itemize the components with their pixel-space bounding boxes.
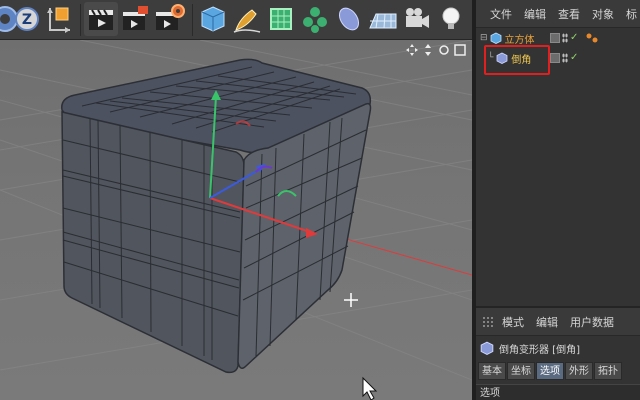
- move-view-icon[interactable]: [406, 44, 418, 56]
- viewport-scene: [0, 40, 472, 400]
- menu-edit[interactable]: 编辑: [524, 6, 546, 22]
- rotate-view-icon[interactable]: [438, 44, 450, 56]
- annotation-highlight-box: [484, 45, 550, 75]
- tree-expand-icon[interactable]: ⊟: [480, 33, 488, 43]
- layer-icon[interactable]: [550, 53, 560, 63]
- object-bevel-flags: ✓: [550, 53, 578, 63]
- cube-primitive-icon[interactable]: [196, 2, 230, 36]
- object-manager-menubar: 文件 编辑 查看 对象 标: [476, 0, 640, 28]
- floor-scene-icon[interactable]: [366, 2, 400, 36]
- attribute-manager-menubar: 模式 编辑 用户数据: [476, 308, 640, 336]
- main-toolbar: Z: [0, 0, 472, 40]
- cube-object-icon: [490, 32, 501, 44]
- attribute-title: 倒角变形器 [倒角]: [499, 344, 580, 356]
- perspective-viewport[interactable]: [0, 40, 472, 400]
- deformer-icon[interactable]: [332, 2, 366, 36]
- render-settings-icon[interactable]: [152, 2, 186, 36]
- enabled-check-icon[interactable]: ✓: [570, 33, 578, 43]
- panel-grip-icon[interactable]: [482, 315, 494, 328]
- tab-coordinates[interactable]: 坐标: [507, 362, 535, 380]
- maximize-view-icon[interactable]: [454, 44, 466, 56]
- bevel-deformer-icon: [480, 341, 494, 355]
- object-row-cube[interactable]: ⊟ 立方体: [480, 30, 535, 46]
- camera-icon[interactable]: [400, 2, 434, 36]
- pen-spline-icon[interactable]: [230, 2, 264, 36]
- toolbar-separator: [80, 4, 81, 36]
- options-section-header: 选项: [476, 384, 640, 400]
- phong-tag-icon[interactable]: [586, 33, 598, 43]
- axis-z-label: Z: [22, 12, 32, 28]
- menu-tags[interactable]: 标: [626, 6, 637, 22]
- attribute-title-row: 倒角变形器 [倒角]: [480, 338, 580, 358]
- zoom-view-icon[interactable]: [422, 44, 434, 56]
- render-picture-viewer-icon[interactable]: [118, 2, 152, 36]
- crosshair-cursor: [344, 293, 358, 307]
- menu-view[interactable]: 查看: [558, 6, 580, 22]
- render-view-icon[interactable]: [84, 2, 118, 36]
- visibility-dots-icon[interactable]: [562, 33, 568, 43]
- object-cube-flags: ✓: [550, 33, 598, 43]
- tab-topology[interactable]: 拓扑: [594, 362, 622, 380]
- layer-icon[interactable]: [550, 33, 560, 43]
- attribute-manager: 模式 编辑 用户数据 倒角变形器 [倒角] 基本 坐标 选项 外形 拓扑 选项: [476, 306, 640, 400]
- enabled-check-icon[interactable]: ✓: [570, 53, 578, 63]
- tab-shape[interactable]: 外形: [565, 362, 593, 380]
- tab-options[interactable]: 选项: [536, 362, 564, 380]
- mouse-pointer-icon: [362, 376, 378, 400]
- subdivision-surface-icon[interactable]: [264, 2, 298, 36]
- tab-basic[interactable]: 基本: [478, 362, 506, 380]
- menu-user-data[interactable]: 用户数据: [570, 314, 614, 330]
- attribute-tabs: 基本 坐标 选项 外形 拓扑: [478, 362, 622, 380]
- visibility-dots-icon[interactable]: [562, 53, 568, 63]
- coordinate-system-icon[interactable]: [42, 2, 76, 36]
- cloner-icon[interactable]: [298, 2, 332, 36]
- menu-edit[interactable]: 编辑: [536, 314, 558, 330]
- light-icon[interactable]: [434, 2, 468, 36]
- viewport-nav-icons: [406, 44, 466, 56]
- toolbar-separator: [192, 4, 193, 36]
- object-label-cube[interactable]: 立方体: [505, 31, 535, 46]
- menu-file[interactable]: 文件: [490, 6, 512, 22]
- menu-objects[interactable]: 对象: [592, 6, 614, 22]
- menu-mode[interactable]: 模式: [502, 314, 524, 330]
